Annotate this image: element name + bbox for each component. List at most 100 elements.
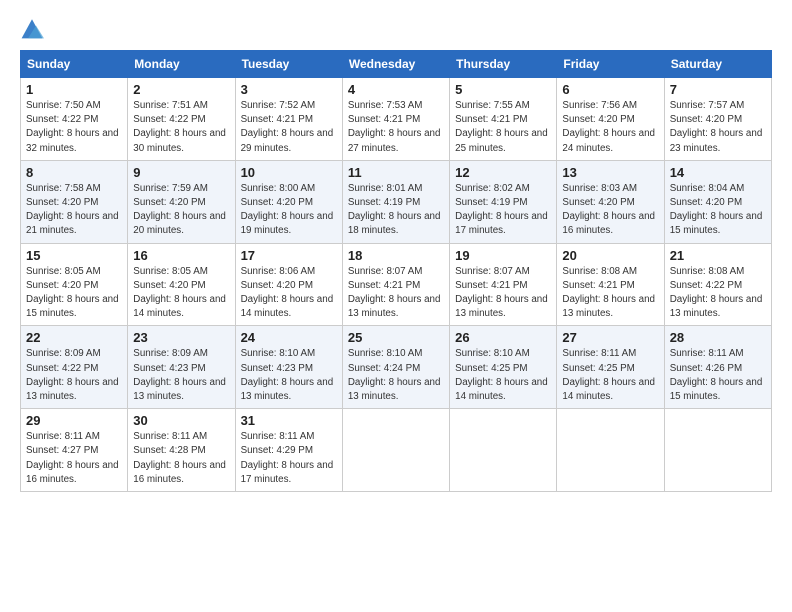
day-detail: Sunrise: 7:57 AMSunset: 4:20 PMDaylight:… xyxy=(670,99,766,156)
calendar-cell: 4 Sunrise: 7:53 AMSunset: 4:21 PMDaylight… xyxy=(342,78,449,161)
day-number: 25 xyxy=(348,330,444,345)
weekday-saturday: Saturday xyxy=(664,51,771,78)
calendar-cell: 19 Sunrise: 8:07 AMSunset: 4:21 PMDayligh… xyxy=(450,243,557,326)
calendar-cell xyxy=(557,409,664,492)
day-number: 29 xyxy=(26,413,122,428)
calendar-cell: 31 Sunrise: 8:11 AMSunset: 4:29 PMDayligh… xyxy=(235,409,342,492)
calendar-cell: 25 Sunrise: 8:10 AMSunset: 4:24 PMDayligh… xyxy=(342,326,449,409)
day-detail: Sunrise: 7:59 AMSunset: 4:20 PMDaylight:… xyxy=(133,182,229,239)
day-detail: Sunrise: 8:01 AMSunset: 4:19 PMDaylight:… xyxy=(348,182,444,239)
day-detail: Sunrise: 8:04 AMSunset: 4:20 PMDaylight:… xyxy=(670,182,766,239)
calendar-cell: 30 Sunrise: 8:11 AMSunset: 4:28 PMDayligh… xyxy=(128,409,235,492)
day-detail: Sunrise: 8:00 AMSunset: 4:20 PMDaylight:… xyxy=(241,182,337,239)
day-detail: Sunrise: 8:06 AMSunset: 4:20 PMDaylight:… xyxy=(241,265,337,322)
calendar-cell xyxy=(342,409,449,492)
calendar-cell: 8 Sunrise: 7:58 AMSunset: 4:20 PMDaylight… xyxy=(21,160,128,243)
day-detail: Sunrise: 8:09 AMSunset: 4:22 PMDaylight:… xyxy=(26,347,122,404)
day-detail: Sunrise: 7:51 AMSunset: 4:22 PMDaylight:… xyxy=(133,99,229,156)
day-number: 13 xyxy=(562,165,658,180)
day-number: 1 xyxy=(26,82,122,97)
day-number: 12 xyxy=(455,165,551,180)
day-number: 18 xyxy=(348,248,444,263)
header xyxy=(20,16,772,40)
day-number: 20 xyxy=(562,248,658,263)
weekday-tuesday: Tuesday xyxy=(235,51,342,78)
calendar-cell: 15 Sunrise: 8:05 AMSunset: 4:20 PMDayligh… xyxy=(21,243,128,326)
day-detail: Sunrise: 8:02 AMSunset: 4:19 PMDaylight:… xyxy=(455,182,551,239)
day-detail: Sunrise: 8:11 AMSunset: 4:25 PMDaylight:… xyxy=(562,347,658,404)
day-detail: Sunrise: 8:05 AMSunset: 4:20 PMDaylight:… xyxy=(26,265,122,322)
week-row-3: 15 Sunrise: 8:05 AMSunset: 4:20 PMDayligh… xyxy=(21,243,772,326)
day-detail: Sunrise: 8:11 AMSunset: 4:27 PMDaylight:… xyxy=(26,430,122,487)
logo xyxy=(20,16,48,40)
day-number: 10 xyxy=(241,165,337,180)
day-number: 3 xyxy=(241,82,337,97)
day-detail: Sunrise: 8:11 AMSunset: 4:28 PMDaylight:… xyxy=(133,430,229,487)
day-number: 6 xyxy=(562,82,658,97)
day-number: 14 xyxy=(670,165,766,180)
day-detail: Sunrise: 8:11 AMSunset: 4:29 PMDaylight:… xyxy=(241,430,337,487)
day-number: 22 xyxy=(26,330,122,345)
weekday-sunday: Sunday xyxy=(21,51,128,78)
day-number: 11 xyxy=(348,165,444,180)
week-row-1: 1 Sunrise: 7:50 AMSunset: 4:22 PMDaylight… xyxy=(21,78,772,161)
calendar-cell: 21 Sunrise: 8:08 AMSunset: 4:22 PMDayligh… xyxy=(664,243,771,326)
day-detail: Sunrise: 8:09 AMSunset: 4:23 PMDaylight:… xyxy=(133,347,229,404)
calendar-cell: 16Sunrise: 8:05 AMSunset: 4:20 PMDayligh… xyxy=(128,243,235,326)
weekday-friday: Friday xyxy=(557,51,664,78)
day-number: 4 xyxy=(348,82,444,97)
day-number: 2 xyxy=(133,82,229,97)
week-row-2: 8 Sunrise: 7:58 AMSunset: 4:20 PMDaylight… xyxy=(21,160,772,243)
calendar-cell: 18 Sunrise: 8:07 AMSunset: 4:21 PMDayligh… xyxy=(342,243,449,326)
day-number: 15 xyxy=(26,248,122,263)
day-detail: Sunrise: 7:58 AMSunset: 4:20 PMDaylight:… xyxy=(26,182,122,239)
weekday-header-row: SundayMondayTuesdayWednesdayThursdayFrid… xyxy=(21,51,772,78)
day-detail: Sunrise: 8:11 AMSunset: 4:26 PMDaylight:… xyxy=(670,347,766,404)
day-number: 30 xyxy=(133,413,229,428)
calendar-cell: 12 Sunrise: 8:02 AMSunset: 4:19 PMDayligh… xyxy=(450,160,557,243)
page: SundayMondayTuesdayWednesdayThursdayFrid… xyxy=(0,0,792,612)
day-detail: Sunrise: 8:08 AMSunset: 4:21 PMDaylight:… xyxy=(562,265,658,322)
day-detail: Sunrise: 7:56 AMSunset: 4:20 PMDaylight:… xyxy=(562,99,658,156)
day-number: 7 xyxy=(670,82,766,97)
day-number: 8 xyxy=(26,165,122,180)
weekday-monday: Monday xyxy=(128,51,235,78)
calendar-cell: 10 Sunrise: 8:00 AMSunset: 4:20 PMDayligh… xyxy=(235,160,342,243)
calendar-cell: 17Sunrise: 8:06 AMSunset: 4:20 PMDayligh… xyxy=(235,243,342,326)
day-number: 21 xyxy=(670,248,766,263)
day-detail: Sunrise: 7:52 AMSunset: 4:21 PMDaylight:… xyxy=(241,99,337,156)
day-number: 31 xyxy=(241,413,337,428)
day-number: 23 xyxy=(133,330,229,345)
calendar-cell: 27 Sunrise: 8:11 AMSunset: 4:25 PMDayligh… xyxy=(557,326,664,409)
day-number: 26 xyxy=(455,330,551,345)
calendar-cell xyxy=(450,409,557,492)
day-number: 28 xyxy=(670,330,766,345)
day-detail: Sunrise: 7:50 AMSunset: 4:22 PMDaylight:… xyxy=(26,99,122,156)
day-number: 9 xyxy=(133,165,229,180)
week-row-4: 22 Sunrise: 8:09 AMSunset: 4:22 PMDayligh… xyxy=(21,326,772,409)
calendar-cell: 26Sunrise: 8:10 AMSunset: 4:25 PMDayligh… xyxy=(450,326,557,409)
day-detail: Sunrise: 8:10 AMSunset: 4:24 PMDaylight:… xyxy=(348,347,444,404)
calendar-cell: 3 Sunrise: 7:52 AMSunset: 4:21 PMDaylight… xyxy=(235,78,342,161)
day-detail: Sunrise: 8:07 AMSunset: 4:21 PMDaylight:… xyxy=(348,265,444,322)
calendar-cell: 14 Sunrise: 8:04 AMSunset: 4:20 PMDayligh… xyxy=(664,160,771,243)
day-number: 24 xyxy=(241,330,337,345)
day-detail: Sunrise: 7:53 AMSunset: 4:21 PMDaylight:… xyxy=(348,99,444,156)
calendar-cell: 1 Sunrise: 7:50 AMSunset: 4:22 PMDaylight… xyxy=(21,78,128,161)
calendar-cell: 7 Sunrise: 7:57 AMSunset: 4:20 PMDaylight… xyxy=(664,78,771,161)
calendar-cell: 11 Sunrise: 8:01 AMSunset: 4:19 PMDayligh… xyxy=(342,160,449,243)
week-row-5: 29 Sunrise: 8:11 AMSunset: 4:27 PMDayligh… xyxy=(21,409,772,492)
day-number: 19 xyxy=(455,248,551,263)
day-number: 16 xyxy=(133,248,229,263)
day-detail: Sunrise: 8:03 AMSunset: 4:20 PMDaylight:… xyxy=(562,182,658,239)
calendar-cell: 2 Sunrise: 7:51 AMSunset: 4:22 PMDaylight… xyxy=(128,78,235,161)
calendar-cell: 5Sunrise: 7:55 AMSunset: 4:21 PMDaylight… xyxy=(450,78,557,161)
day-number: 27 xyxy=(562,330,658,345)
calendar-cell: 23 Sunrise: 8:09 AMSunset: 4:23 PMDayligh… xyxy=(128,326,235,409)
calendar-table: SundayMondayTuesdayWednesdayThursdayFrid… xyxy=(20,50,772,492)
day-number: 5 xyxy=(455,82,551,97)
calendar-cell: 22 Sunrise: 8:09 AMSunset: 4:22 PMDayligh… xyxy=(21,326,128,409)
day-detail: Sunrise: 8:07 AMSunset: 4:21 PMDaylight:… xyxy=(455,265,551,322)
weekday-thursday: Thursday xyxy=(450,51,557,78)
day-detail: Sunrise: 8:08 AMSunset: 4:22 PMDaylight:… xyxy=(670,265,766,322)
